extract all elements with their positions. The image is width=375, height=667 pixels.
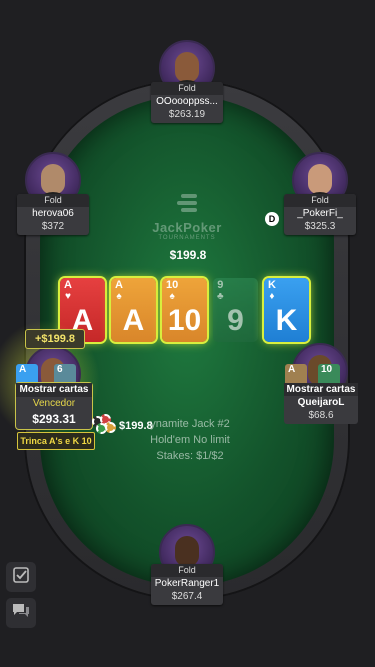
poker-table-screen: JackPoker TOURNAMENTS $199.8 A♥ A A♠ A 1…	[0, 0, 375, 667]
seat-name: _PokerFi_	[297, 208, 343, 219]
table-info: ynamite Jack #2 Hold'em No limit Stakes:…	[120, 416, 260, 464]
pot-amount: $199.8	[169, 248, 207, 262]
seat-top[interactable]: Fold OOoooppss... $263.19	[151, 82, 223, 123]
seat-status: Fold	[151, 564, 223, 577]
seat-name: PokerRanger1	[154, 578, 220, 589]
board-card-4: 9 ♣ 9	[213, 278, 258, 342]
logo-subtext: TOURNAMENTS	[158, 235, 216, 241]
stakes: Stakes: $1/$2	[156, 450, 224, 462]
winning-hand-description: Trinca A's e K 10	[17, 432, 95, 450]
seat-right-upper[interactable]: Fold _PokerFi_ $325.3	[284, 194, 356, 235]
seat-stack: $293.31	[32, 412, 76, 426]
seat-status: Fold	[17, 194, 89, 207]
seat-stack: $68.6	[308, 410, 334, 421]
seat-left-upper[interactable]: Fold herova06 $372	[17, 194, 89, 235]
checklist-button[interactable]	[6, 562, 36, 592]
chat-button[interactable]	[6, 598, 36, 628]
dealer-button: D	[265, 212, 279, 226]
board-card-2: A ♠ A	[111, 278, 156, 342]
seat-stack: $325.3	[304, 221, 336, 232]
seat-name: herova06	[32, 208, 74, 219]
table-name: ynamite Jack #2	[150, 418, 230, 430]
seat-name: QueijaroL	[297, 397, 345, 408]
checklist-icon	[12, 566, 30, 589]
winner-label: Vencedor	[32, 398, 76, 409]
seat-winner[interactable]: Mostrar cartas Vencedor $293.31	[16, 383, 92, 429]
seat-bottom[interactable]: Fold PokerRanger1 $267.4	[151, 564, 223, 605]
jackpoker-logo: JackPoker TOURNAMENTS	[137, 192, 237, 241]
logo-mark-icon	[137, 192, 237, 220]
chip-stack-icon	[92, 414, 118, 436]
logo-text: JackPoker	[152, 220, 222, 235]
seat-stack: $372	[41, 221, 65, 232]
chat-icon	[11, 602, 31, 625]
board-card-5: K ♦ K	[264, 278, 309, 342]
game-type: Hold'em No limit	[150, 434, 230, 446]
seat-status: Mostrar cartas	[16, 383, 92, 397]
seat-status: Mostrar cartas	[284, 383, 358, 396]
seat-status: Fold	[151, 82, 223, 95]
seat-name: OOoooppss...	[156, 96, 218, 107]
seat-status: Fold	[284, 194, 356, 207]
board-card-3: 10 ♠ 10	[162, 278, 207, 342]
seat-right-lower[interactable]: Mostrar cartas QueijaroL $68.6	[284, 383, 358, 424]
seat-stack: $267.4	[171, 591, 203, 602]
seat-stack: $263.19	[168, 109, 206, 120]
win-amount-badge: +$199.8	[25, 329, 85, 349]
